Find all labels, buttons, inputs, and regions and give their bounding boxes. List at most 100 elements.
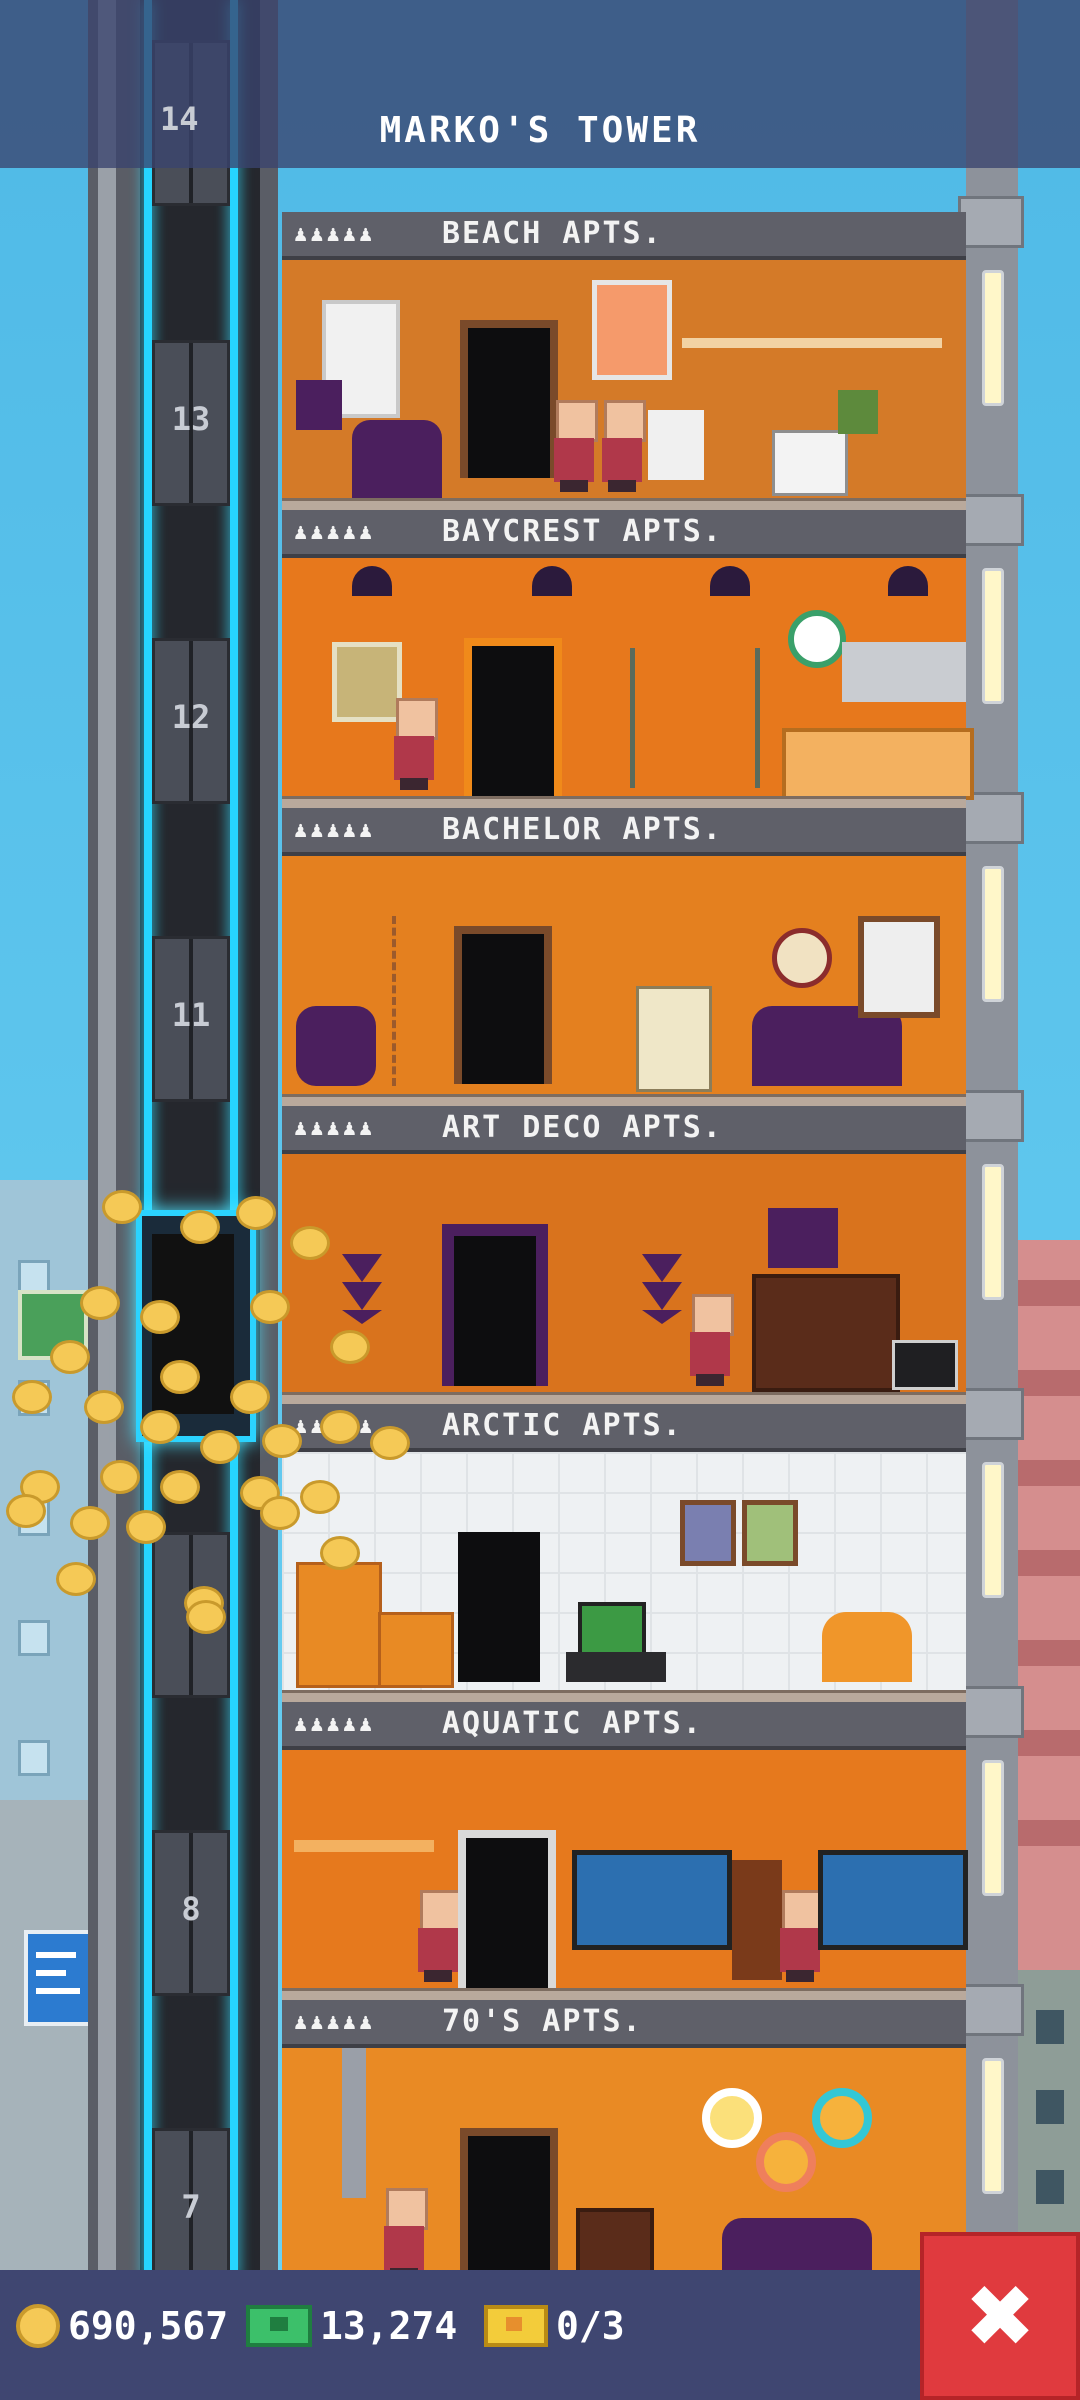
- coin[interactable]: [84, 1390, 124, 1424]
- ceiling-lamp: [532, 566, 572, 596]
- coin[interactable]: [250, 1290, 290, 1324]
- aquarium: [818, 1850, 968, 1950]
- bookshelf: [772, 430, 848, 496]
- floor-name: BAYCREST APTS.: [442, 514, 723, 549]
- coin[interactable]: [102, 1190, 142, 1224]
- golden-ticket-icon: [484, 2305, 548, 2347]
- floor-number: 12: [171, 698, 211, 736]
- kitchen-counter: [782, 728, 974, 800]
- floor-aquatic-apts[interactable]: ♟♟♟♟♟ AQUATIC APTS.: [282, 1702, 968, 2003]
- tower-bux-icon: [246, 2305, 312, 2347]
- coins-counter[interactable]: 690,567: [16, 2296, 228, 2356]
- wall-shelf: [682, 338, 942, 348]
- room-door: [460, 320, 558, 478]
- floor-number: 7: [181, 2188, 201, 2226]
- coin[interactable]: [140, 1410, 180, 1444]
- coin[interactable]: [370, 1426, 410, 1460]
- room-door: [454, 926, 552, 1084]
- coin[interactable]: [236, 1196, 276, 1230]
- resources-bar: 690,567 13,274 0/3: [0, 2270, 1080, 2400]
- elevator-rail-left: [144, 0, 152, 2280]
- resident[interactable]: [778, 1890, 824, 1982]
- kitchen-shelves: [630, 648, 760, 788]
- coin[interactable]: [290, 1226, 330, 1260]
- tower-right-wall: [958, 0, 1024, 2280]
- coin[interactable]: [160, 1470, 200, 1504]
- resident[interactable]: [392, 698, 438, 790]
- bookcase: [732, 1860, 782, 1980]
- tickets-value: 0/3: [556, 2304, 625, 2348]
- coin[interactable]: [70, 1506, 110, 1540]
- coin[interactable]: [140, 1300, 180, 1334]
- residents-indicator: ♟♟♟♟♟: [294, 1712, 376, 1737]
- coin[interactable]: [12, 1380, 52, 1414]
- apartment-room: [282, 1452, 966, 1690]
- residents-indicator: ♟♟♟♟♟: [294, 1116, 376, 1141]
- residents-indicator: ♟♟♟♟♟: [294, 520, 376, 545]
- tickets-counter[interactable]: 0/3: [484, 2296, 625, 2356]
- apartment-room: [282, 1750, 968, 1988]
- coin[interactable]: [260, 1496, 300, 1530]
- coin[interactable]: [200, 1430, 240, 1464]
- dead-plant: [392, 916, 456, 1086]
- coin[interactable]: [50, 1340, 90, 1374]
- floor-name: ARCTIC APTS.: [442, 1408, 683, 1443]
- deco-ornament: [342, 1254, 382, 1324]
- coin[interactable]: [320, 1410, 360, 1444]
- tower-title[interactable]: MARKO'S TOWER: [0, 110, 1080, 151]
- floor-name: 70'S APTS.: [442, 2004, 643, 2039]
- resident[interactable]: [382, 2188, 428, 2280]
- coin[interactable]: [56, 1562, 96, 1596]
- close-button[interactable]: ✖: [920, 2232, 1080, 2400]
- resident[interactable]: [552, 400, 598, 492]
- armchair: [892, 1340, 958, 1390]
- floor-name: ART DECO APTS.: [442, 1110, 723, 1145]
- floor-bachelor-apts[interactable]: ♟♟♟♟♟ BACHELOR APTS.: [282, 808, 966, 1109]
- coin[interactable]: [126, 1510, 166, 1544]
- wall-photo: [680, 1500, 736, 1566]
- floor-number: 11: [171, 996, 211, 1034]
- apartment-room: [282, 260, 966, 500]
- tower: 13 12 11 8 7 ♟♟♟♟♟ BEACH APTS. ♟♟♟♟♟ BAY…: [88, 0, 1024, 2301]
- floor-label-bar: ♟♟♟♟♟ BAYCREST APTS.: [282, 510, 966, 558]
- coin[interactable]: [80, 1286, 120, 1320]
- radio: [838, 390, 878, 434]
- coins-value: 690,567: [68, 2304, 229, 2348]
- ceiling-lamp: [888, 566, 928, 596]
- apartment-room: [282, 1154, 966, 1392]
- coin[interactable]: [330, 1330, 370, 1364]
- room-door: [458, 1532, 540, 1682]
- tv-stand: [566, 1652, 666, 1682]
- wall-clock: [788, 610, 846, 668]
- coin[interactable]: [186, 1600, 226, 1634]
- coin[interactable]: [160, 1360, 200, 1394]
- resident[interactable]: [600, 400, 646, 492]
- floor-baycrest-apts[interactable]: ♟♟♟♟♟ BAYCREST APTS.: [282, 510, 974, 811]
- floor-number: 8: [181, 1890, 201, 1928]
- fireplace: [752, 1274, 900, 1392]
- resident[interactable]: [416, 1890, 462, 1982]
- sofa: [752, 1006, 902, 1086]
- coin[interactable]: [262, 1424, 302, 1458]
- coin[interactable]: [320, 1536, 360, 1570]
- floor-name: AQUATIC APTS.: [442, 1706, 703, 1741]
- coin[interactable]: [6, 1494, 46, 1528]
- flower-decor: [702, 2088, 762, 2148]
- bux-counter[interactable]: 13,274: [246, 2296, 457, 2356]
- floor-beach-apts[interactable]: ♟♟♟♟♟ BEACH APTS.: [282, 212, 966, 513]
- close-icon: ✖: [963, 2267, 1037, 2367]
- resident[interactable]: [688, 1294, 734, 1386]
- coin-icon: [16, 2304, 60, 2348]
- flower-decor: [756, 2132, 816, 2192]
- coin[interactable]: [230, 1380, 270, 1414]
- coin[interactable]: [180, 1210, 220, 1244]
- room-door: [460, 2128, 558, 2286]
- coin[interactable]: [300, 1480, 340, 1514]
- tower-header: 14 MARKO'S TOWER: [0, 0, 1080, 168]
- vase-painting: [768, 1208, 838, 1268]
- residents-indicator: ♟♟♟♟♟: [294, 222, 376, 247]
- apartment-room: [282, 2048, 966, 2286]
- floor-art-deco-apts[interactable]: ♟♟♟♟♟ ART DECO APTS.: [282, 1106, 966, 1407]
- coin[interactable]: [100, 1460, 140, 1494]
- floor-70s-apts[interactable]: ♟♟♟♟♟ 70'S APTS.: [282, 2000, 966, 2301]
